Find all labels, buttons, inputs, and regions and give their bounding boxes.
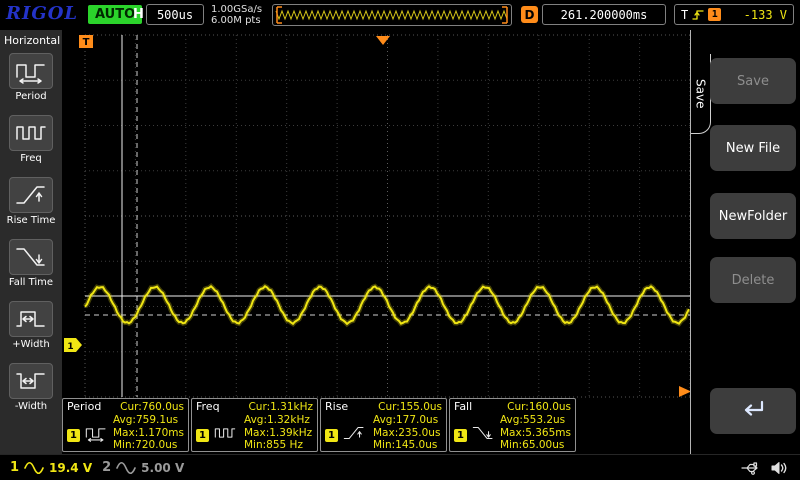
- channel-number: 2: [102, 460, 111, 475]
- horizontal-label: H: [133, 7, 144, 22]
- measurement-avg: Avg:759.1us: [113, 414, 184, 427]
- measurement-max: Max:5.365ms: [500, 427, 571, 440]
- measurement-max: Max:235.0us: [373, 427, 442, 440]
- system-icons: [740, 460, 790, 476]
- sidebar-item-label: +Width: [12, 339, 49, 350]
- rigol-logo: RIGOL: [6, 3, 78, 24]
- channel-badge: 1: [196, 429, 209, 442]
- measurement-box-period[interactable]: Period Cur:760.0us 1 Avg:759.1us Max:1.1…: [62, 398, 189, 452]
- menu-tab-save: Save: [691, 54, 711, 134]
- measurement-box-fall[interactable]: Fall Cur:160.0us 1 Avg:553.2us Max:5.365…: [449, 398, 576, 452]
- measurement-max: Max:1.170ms: [113, 427, 184, 440]
- freq-icon: [9, 115, 53, 151]
- svg-text:T: T: [83, 37, 90, 48]
- channel-scale: 5.00 V: [141, 461, 184, 475]
- new-file-button[interactable]: New File: [710, 125, 796, 171]
- measurement-cur: Cur:160.0us: [507, 401, 571, 414]
- measurement-avg: Avg:177.0us: [373, 414, 442, 427]
- sine-wave-icon: [24, 461, 44, 475]
- sidebar-item-label: Fall Time: [9, 277, 53, 288]
- trigger-channel-badge: 1: [708, 8, 721, 21]
- back-button[interactable]: [710, 388, 796, 434]
- channel-status-bar: 1 19.4 V 2 5.00 V: [0, 454, 800, 480]
- rise-time-icon: [9, 177, 53, 213]
- measurement-max: Max:1.39kHz: [244, 427, 313, 440]
- sidebar-item-label: -Width: [15, 401, 47, 412]
- period-icon: [9, 53, 53, 89]
- fall-time-icon: [470, 424, 496, 446]
- freq-icon: [212, 424, 238, 446]
- sidebar-title: Horizontal: [2, 33, 60, 53]
- channel-badge: 1: [325, 429, 338, 442]
- sidebar-item-fall-time[interactable]: Fall Time: [2, 239, 60, 288]
- measurement-cur: Cur:155.0us: [378, 401, 442, 414]
- sidebar-item-label: Freq: [20, 153, 41, 164]
- measure-sidebar: Horizontal Period Freq Rise Time Fall Ti…: [0, 30, 62, 454]
- sidebar-item-freq[interactable]: Freq: [2, 115, 60, 164]
- measurement-min: Min:145.0us: [373, 439, 442, 452]
- waveform-display: T1: [62, 30, 690, 398]
- oscilloscope-screen: RIGOL AUTO H 500us 1.00GSa/s 6.00M pts D…: [0, 0, 800, 480]
- measurement-cur: Cur:760.0us: [120, 401, 184, 414]
- sidebar-item-label: Period: [15, 91, 46, 102]
- sample-rate: 1.00GSa/s: [211, 4, 262, 15]
- timebase-readout[interactable]: 500us: [146, 4, 204, 25]
- measurement-name: Period: [67, 400, 101, 413]
- sidebar-item-label: Rise Time: [7, 215, 56, 226]
- usb-icon: [740, 460, 760, 476]
- measurement-box-rise[interactable]: Rise Cur:155.0us 1 Avg:177.0us Max:235.0…: [320, 398, 447, 452]
- sidebar-item-pos-width[interactable]: +Width: [2, 301, 60, 350]
- trigger-label: T: [681, 8, 688, 22]
- channel-badge: 1: [67, 429, 80, 442]
- measurement-min: Min:855 Hz: [244, 439, 313, 452]
- memory-depth: 6.00M pts: [211, 15, 262, 26]
- delay-badge: D: [521, 6, 538, 23]
- measurement-avg: Avg:1.32kHz: [244, 414, 313, 427]
- measurement-box-freq[interactable]: Freq Cur:1.31kHz 1 Avg:1.32kHz Max:1.39k…: [191, 398, 318, 452]
- channel-2-status[interactable]: 2 5.00 V: [102, 460, 184, 475]
- measurement-avg: Avg:553.2us: [500, 414, 571, 427]
- sine-wave-icon: [116, 461, 136, 475]
- channel-number: 1: [10, 460, 19, 475]
- rising-edge-icon: [692, 9, 704, 21]
- measurement-name: Freq: [196, 400, 220, 413]
- channel-scale: 19.4 V: [49, 461, 92, 475]
- measurement-min: Min:720.0us: [113, 439, 184, 452]
- period-icon: [83, 424, 109, 446]
- fall-time-icon: [9, 239, 53, 275]
- measurement-name: Fall: [454, 400, 472, 413]
- neg-width-icon: [9, 363, 53, 399]
- waveform-overview-strip[interactable]: [272, 4, 512, 26]
- sidebar-item-neg-width[interactable]: -Width: [2, 363, 60, 412]
- new-folder-button[interactable]: NewFolder: [710, 193, 796, 239]
- rise-time-icon: [341, 424, 367, 446]
- acquisition-info: 1.00GSa/s 6.00M pts: [211, 4, 262, 26]
- speaker-icon[interactable]: [770, 460, 790, 476]
- top-status-bar: RIGOL AUTO H 500us 1.00GSa/s 6.00M pts D…: [0, 0, 800, 30]
- trigger-level-value: -133 V: [744, 8, 787, 22]
- return-arrow-icon: [737, 397, 769, 425]
- delete-button[interactable]: Delete: [710, 257, 796, 303]
- pos-width-icon: [9, 301, 53, 337]
- channel-badge: 1: [454, 429, 467, 442]
- svg-text:1: 1: [67, 342, 73, 352]
- sidebar-item-period[interactable]: Period: [2, 53, 60, 102]
- measurement-row: Period Cur:760.0us 1 Avg:759.1us Max:1.1…: [62, 398, 690, 454]
- measurement-cur: Cur:1.31kHz: [248, 401, 313, 414]
- trigger-readout[interactable]: T 1 -133 V: [674, 4, 794, 25]
- sidebar-item-rise-time[interactable]: Rise Time: [2, 177, 60, 226]
- measurement-min: Min:65.00us: [500, 439, 571, 452]
- save-menu: Save Save New File NewFolder Delete: [690, 30, 800, 454]
- measurement-name: Rise: [325, 400, 348, 413]
- save-button[interactable]: Save: [710, 58, 796, 104]
- channel-1-status[interactable]: 1 19.4 V: [10, 460, 92, 475]
- delay-readout[interactable]: 261.200000ms: [542, 4, 666, 25]
